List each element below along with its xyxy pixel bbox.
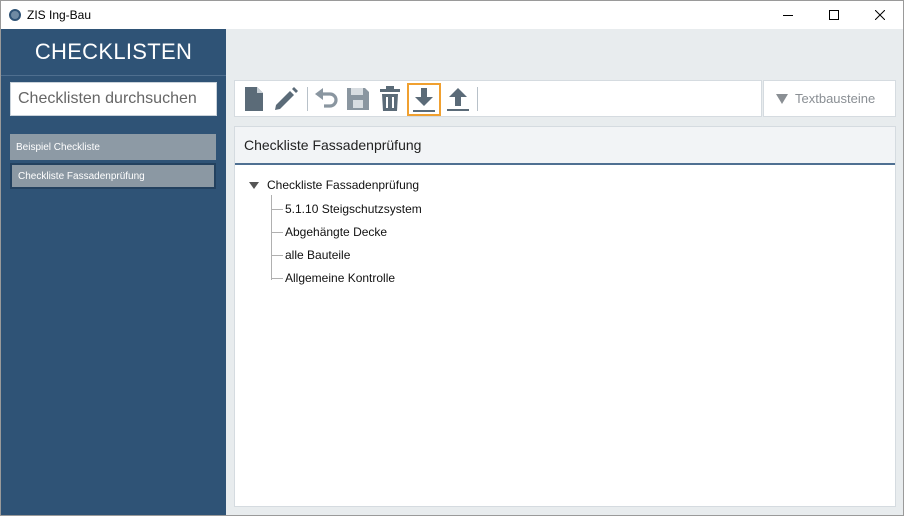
maximize-button[interactable]: [811, 1, 857, 29]
delete-trash-icon: [380, 86, 400, 111]
tree-node-label: 5.1.10 Steigschutzsystem: [285, 202, 422, 216]
list-item-checkliste-fassadenpruefung[interactable]: Checkliste Fassadenprüfung: [10, 163, 216, 189]
edit-button[interactable]: [271, 84, 301, 114]
new-document-icon: [245, 87, 263, 111]
sidebar: CHECKLISTEN Checklisten durchsuchen Beis…: [1, 29, 226, 515]
upload-icon: [447, 88, 469, 111]
tree-node-label: Allgemeine Kontrolle: [285, 271, 396, 285]
app-window: ZIS Ing-Bau CHECKLISTEN Checklisten durc…: [0, 0, 904, 516]
save-button[interactable]: [343, 84, 373, 114]
close-icon: [875, 10, 885, 20]
undo-button[interactable]: [311, 84, 341, 114]
minimize-icon: [783, 15, 793, 16]
save-icon: [347, 88, 369, 110]
delete-button[interactable]: [375, 84, 405, 114]
maximize-icon: [829, 10, 839, 20]
toolbar-separator: [477, 87, 478, 111]
textbausteine-dropdown[interactable]: Textbausteine: [763, 80, 896, 117]
list-item-beispiel-checkliste[interactable]: Beispiel Checkliste: [10, 134, 216, 160]
download-icon: [413, 87, 435, 112]
checklist-panel: Checkliste Fassadenprüfung Checkliste Fa…: [234, 126, 896, 507]
sidebar-title: CHECKLISTEN: [1, 29, 226, 76]
app-icon: [9, 9, 21, 21]
tree-node[interactable]: 5.1.10 Steigschutzsystem: [271, 201, 422, 217]
tree-root-label: Checkliste Fassadenprüfung: [267, 178, 420, 192]
download-button[interactable]: [407, 83, 441, 116]
toolbar: [234, 80, 762, 117]
minimize-button[interactable]: [765, 1, 811, 29]
textbausteine-label: Textbausteine: [795, 91, 876, 106]
search-input[interactable]: Checklisten durchsuchen: [10, 82, 217, 116]
tree-node[interactable]: Abgehängte Decke: [271, 224, 387, 240]
panel-title: Checkliste Fassadenprüfung: [235, 127, 895, 165]
tree-node-label: alle Bauteile: [285, 248, 351, 262]
tree-node[interactable]: alle Bauteile: [271, 247, 350, 263]
edit-pencil-icon: [275, 87, 298, 110]
toolbar-separator: [307, 87, 308, 111]
tree-node-label: Abgehängte Decke: [285, 225, 388, 239]
upload-button[interactable]: [443, 84, 473, 114]
title-bar: ZIS Ing-Bau: [1, 1, 903, 29]
tree-node[interactable]: Allgemeine Kontrolle: [271, 270, 395, 286]
dropdown-triangle-icon: [776, 93, 788, 104]
new-document-button[interactable]: [239, 84, 269, 114]
tree-root-node[interactable]: Checkliste Fassadenprüfung: [249, 178, 419, 192]
expand-triangle-icon: [249, 181, 259, 189]
undo-icon: [315, 88, 338, 108]
window-title: ZIS Ing-Bau: [27, 8, 92, 22]
close-button[interactable]: [857, 1, 903, 29]
